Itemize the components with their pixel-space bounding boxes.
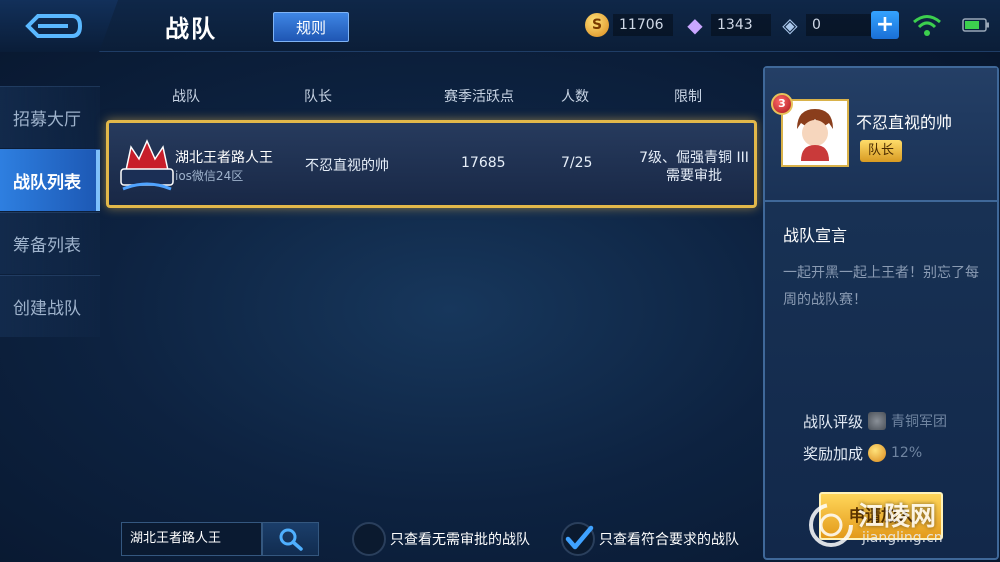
declaration-text: 一起开黑一起上王者！别忘了每周的战队赛！ <box>783 265 979 308</box>
filter-no-approval[interactable]: 只查看无需审批的战队 <box>352 520 530 558</box>
sidebar-item-label: 战队列表 <box>13 173 81 193</box>
search-icon <box>279 528 303 551</box>
captain-name: 不忍直视的帅 <box>856 113 953 132</box>
filter-label: 只查看符合要求的战队 <box>599 532 739 548</box>
team-rating: 战队评级 青铜军团 <box>803 408 947 434</box>
filter-label: 只查看无需审批的战队 <box>390 532 530 548</box>
table-row[interactable]: 湖北王者路人王 ios微信24区 不忍直视的帅 17685 7/25 7级、倔强… <box>106 120 757 208</box>
rating-label: 战队评级 <box>803 412 864 431</box>
bronze-rank-icon <box>868 412 887 430</box>
sidebar-item-label: 招募大厅 <box>13 110 81 130</box>
header-captain: 队长 <box>304 89 332 105</box>
back-button[interactable] <box>0 0 118 52</box>
diamond-currency: ◆ 1343 <box>683 12 771 38</box>
watermark-text: 江陵网 <box>858 502 937 532</box>
diamond-value: 1343 <box>711 14 771 36</box>
filter-meets-requirements[interactable]: 只查看符合要求的战队 <box>561 520 739 558</box>
team-detail-panel: 3 不忍直视的帅 队长 战队宣言 一起开黑一起上王者！别忘了每周的战队赛！ 战队… <box>763 66 999 560</box>
voucher-currency: ◈ 0 <box>778 12 886 38</box>
battery-icon <box>962 18 989 32</box>
header-members: 人数 <box>561 89 589 105</box>
sidebar: 招募大厅 战队列表 筹备列表 创建战队 <box>0 86 100 338</box>
declaration-title: 战队宣言 <box>783 226 848 245</box>
gold-value: 11706 <box>613 14 673 36</box>
sidebar-item-label: 筹备列表 <box>13 236 81 256</box>
watermark-url: jiangling.cn <box>862 530 943 546</box>
header-season-points: 赛季活跃点 <box>444 89 514 105</box>
search-button[interactable] <box>262 522 319 556</box>
back-arrow-icon <box>25 14 83 38</box>
gold-currency: S 11706 <box>585 12 673 38</box>
diamond-icon: ◆ <box>687 13 703 37</box>
bonus-label: 奖励加成 <box>803 444 864 463</box>
page-title: 战队 <box>165 15 217 43</box>
captain-tag: 队长 <box>860 140 903 162</box>
no-approval-checkbox[interactable] <box>352 522 386 556</box>
reward-bonus: 奖励加成 12% <box>803 440 922 466</box>
top-bar: 战队 规则 S 11706 ◆ 1343 ◈ 0 + <box>0 0 1000 52</box>
row-captain: 不忍直视的帅 <box>305 158 389 174</box>
meets-requirements-checkbox[interactable] <box>561 522 595 556</box>
rules-button[interactable]: 规则 <box>273 12 349 42</box>
row-members: 7/25 <box>561 155 593 171</box>
watermark: 江陵网 jiangling.cn <box>806 496 996 556</box>
sidebar-item-recruit-hall[interactable]: 招募大厅 <box>0 86 100 148</box>
sidebar-item-prep-list[interactable]: 筹备列表 <box>0 212 100 274</box>
captain-avatar-icon <box>797 109 833 161</box>
team-server: ios微信24区 <box>175 169 244 183</box>
sidebar-item-create-team[interactable]: 创建战队 <box>0 275 100 337</box>
voucher-icon: ◈ <box>782 13 798 37</box>
add-currency-button[interactable]: + <box>871 11 899 39</box>
captain-card: 3 不忍直视的帅 队长 <box>765 68 997 202</box>
row-season-points: 17685 <box>461 155 506 171</box>
watermark-logo-icon <box>809 503 853 547</box>
row-limit-approval: 需要审批 <box>666 168 722 184</box>
sidebar-item-team-list[interactable]: 战队列表 <box>0 149 100 211</box>
header-team: 战队 <box>172 89 200 105</box>
rating-value: 青铜军团 <box>891 414 948 430</box>
table-header: 战队 队长 赛季活跃点 人数 限制 <box>104 86 760 108</box>
gold-coin-icon <box>868 444 887 462</box>
bonus-value: 12% <box>891 445 923 461</box>
header-limit: 限制 <box>674 89 702 105</box>
checkmark-icon <box>565 525 594 550</box>
gold-coin-icon: S <box>585 13 609 37</box>
wifi-icon <box>913 15 941 36</box>
team-logo-icon <box>120 139 174 191</box>
search-input[interactable]: 湖北王者路人王 <box>121 522 262 556</box>
team-name: 湖北王者路人王 <box>175 150 273 166</box>
sidebar-item-label: 创建战队 <box>13 299 81 319</box>
captain-level-badge: 3 <box>771 93 793 115</box>
row-limit-level: 7级、倔强青铜 III <box>639 150 749 166</box>
